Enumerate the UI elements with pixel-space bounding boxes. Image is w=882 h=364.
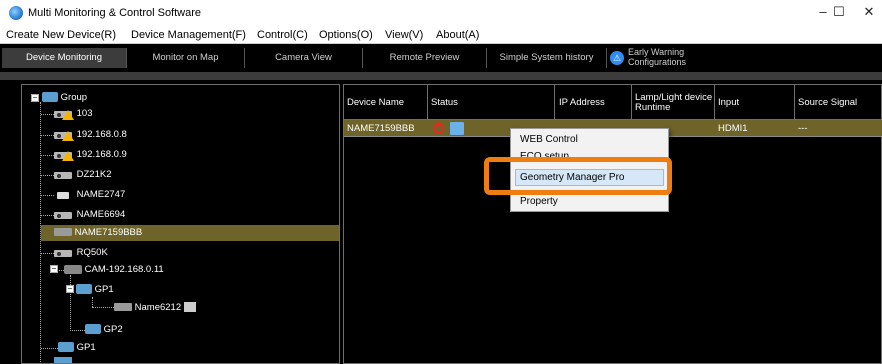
close-button[interactable]: ✕	[859, 3, 879, 21]
tree-node-gp1-root[interactable]: GP1	[58, 340, 96, 356]
tree-node-192-168-0-9[interactable]: 192.168.0.9	[54, 147, 127, 163]
app-logo-icon	[9, 6, 23, 20]
tree-node-192-168-0-8[interactable]: 192.168.0.8	[54, 127, 127, 143]
menu-device-management[interactable]: Device Management(F)	[131, 29, 246, 41]
tree-node-name2747[interactable]: NAME2747	[54, 187, 125, 203]
early-warning-label: Early Warning Configurations	[628, 47, 686, 67]
tree-guide-line	[92, 297, 93, 307]
tree-node-label: CAM-192.168.0.11	[84, 264, 164, 275]
cell-source-signal: ---	[798, 123, 808, 134]
tree-node-label: 192.168.0.8	[76, 129, 127, 140]
folder-icon	[58, 342, 74, 353]
tree-node-label: NAME2747	[76, 189, 126, 200]
display-icon	[54, 228, 72, 237]
tree-node-name7159bbb[interactable]: NAME7159BBB	[41, 225, 339, 241]
col-input[interactable]: Input	[715, 85, 795, 120]
menu-control[interactable]: Control(C)	[257, 29, 308, 41]
camera-icon	[64, 264, 82, 274]
projector-warning-icon	[54, 149, 74, 161]
tab-device-monitoring[interactable]: Device Monitoring	[2, 48, 126, 68]
tree-node-label: GP2	[103, 324, 123, 335]
projector-icon	[54, 247, 74, 258]
tab-simple-system-history[interactable]: Simple System history	[486, 48, 606, 68]
tree-connector	[41, 135, 54, 136]
maximize-button[interactable]: ☐	[829, 3, 849, 21]
early-warning-line1: Early Warning	[628, 47, 685, 57]
menu-bar: Create New Device(R) Device Management(F…	[0, 26, 882, 44]
folder-icon	[54, 357, 72, 363]
folder-icon	[42, 92, 58, 103]
power-off-icon	[433, 121, 444, 134]
collapse-toggle[interactable]: −	[66, 285, 74, 293]
tree-node-label: Name6212	[134, 302, 182, 313]
tree-node-label: GP1	[94, 284, 114, 295]
projector-icon	[54, 169, 74, 180]
tree-node-cam[interactable]: CAM-192.168.0.11	[64, 262, 164, 278]
tree-node-103[interactable]: 103	[54, 106, 93, 122]
tree-connector	[92, 307, 114, 308]
tree-node-gp2[interactable]: GP2	[85, 322, 123, 338]
device-tree[interactable]: − Group 103 192.168.0.8 192.168.0.9 DZ21…	[21, 84, 340, 364]
col-source-signal[interactable]: Source Signal	[795, 85, 882, 120]
tree-node-label: 103	[76, 108, 93, 119]
early-warning-line2: Configurations	[628, 57, 687, 67]
tree-connector	[41, 215, 54, 216]
folder-icon	[85, 324, 101, 335]
collapse-toggle[interactable]: −	[50, 265, 58, 273]
tree-node-label: NAME7159BBB	[74, 227, 143, 238]
early-warning-icon: ⚠	[610, 51, 624, 65]
col-lamp-runtime[interactable]: Lamp/Light device Runtime	[632, 85, 715, 120]
highlight-callout	[484, 157, 672, 195]
tree-connector	[41, 175, 54, 176]
tree-node-label: Group	[60, 92, 88, 103]
col-device-name[interactable]: Device Name	[344, 85, 428, 120]
menu-about[interactable]: About(A)	[436, 29, 479, 41]
view-tab-bar: Device Monitoring Monitor on Map Camera …	[0, 45, 882, 72]
collapse-toggle[interactable]: −	[31, 94, 39, 102]
tree-node-name6694[interactable]: NAME6694	[54, 207, 125, 223]
image-icon	[183, 302, 196, 313]
col-ip-address[interactable]: IP Address	[555, 85, 632, 120]
tree-node-gp1[interactable]: GP1	[76, 282, 114, 298]
tree-node-group[interactable]: Group	[42, 90, 87, 106]
tab-early-warning-configurations[interactable]: ⚠ Early Warning Configurations	[606, 47, 718, 68]
tree-node-label: RQ50K	[76, 247, 108, 258]
tree-connector	[41, 348, 58, 349]
tree-node-label: GP1	[76, 342, 96, 353]
cell-input: HDMI1	[718, 123, 748, 134]
tree-connector	[41, 195, 54, 196]
projector-warning-icon	[54, 108, 74, 120]
menu-view[interactable]: View(V)	[385, 29, 423, 41]
projector-icon	[54, 209, 74, 220]
tree-connector	[41, 155, 54, 156]
folder-icon	[76, 284, 92, 295]
tree-node-label: DZ21K2	[76, 169, 112, 180]
col-status[interactable]: Status	[428, 85, 555, 120]
menu-create-new-device[interactable]: Create New Device(R)	[6, 29, 116, 41]
tree-node-dz21k2[interactable]: DZ21K2	[54, 167, 112, 183]
title-bar: Multi Monitoring & Control Software – ☐ …	[0, 0, 882, 26]
tab-camera-view[interactable]: Camera View	[244, 48, 362, 68]
tree-node-label: NAME6694	[76, 209, 126, 220]
menu-item-web-control[interactable]: WEB Control	[520, 133, 578, 147]
tab-remote-preview[interactable]: Remote Preview	[362, 48, 486, 68]
tree-connector	[70, 330, 85, 331]
display-icon	[114, 303, 132, 312]
tree-node-name6212[interactable]: Name6212	[114, 300, 196, 316]
tree-connector	[41, 114, 54, 115]
network-device-icon	[54, 189, 74, 200]
window-title: Multi Monitoring & Control Software	[28, 7, 202, 19]
menu-options[interactable]: Options(O)	[319, 29, 373, 41]
device-table[interactable]: Device Name Status IP Address Lamp/Light…	[343, 84, 882, 364]
menu-item-property[interactable]: Property	[520, 195, 558, 209]
toolbar-strip	[0, 72, 882, 80]
tree-connector	[41, 253, 54, 254]
tree-node-label: 192.168.0.9	[76, 149, 127, 160]
tab-monitor-on-map[interactable]: Monitor on Map	[126, 48, 244, 68]
cell-device-name: NAME7159BBB	[347, 123, 415, 134]
projector-status-icon	[450, 122, 464, 135]
table-header: Device Name Status IP Address Lamp/Light…	[344, 85, 882, 120]
projector-warning-icon	[54, 129, 74, 141]
tree-node-rq50k[interactable]: RQ50K	[54, 245, 108, 261]
